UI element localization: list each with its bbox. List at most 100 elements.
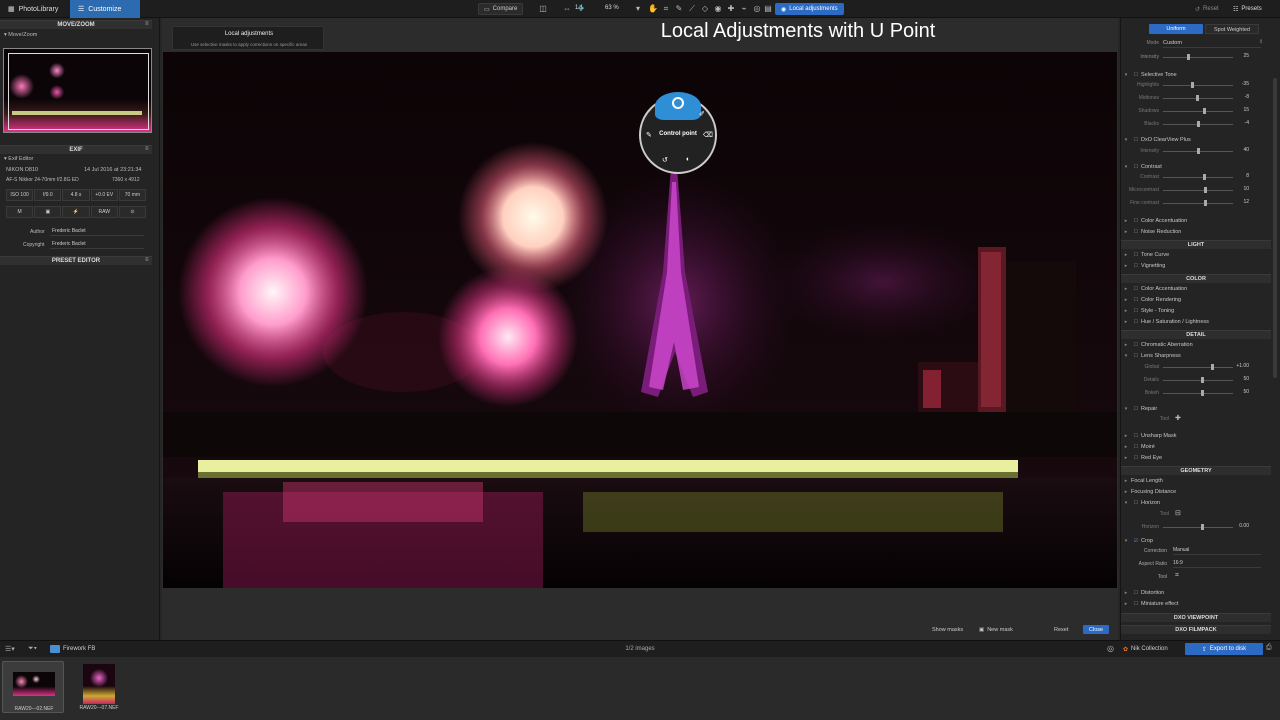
slider-knob[interactable] — [1191, 82, 1194, 88]
scrollbar[interactable] — [1273, 78, 1277, 378]
bokeh-value[interactable]: 50 — [1233, 389, 1249, 395]
cv-intensity-slider[interactable] — [1163, 148, 1233, 154]
global-slider[interactable] — [1163, 364, 1233, 370]
zoom-frame[interactable] — [8, 53, 149, 130]
slider-knob[interactable] — [1187, 54, 1190, 60]
cv-intensity-value[interactable]: 40 — [1233, 147, 1249, 153]
lens-sharpness-row[interactable]: ▾ ☐ Lens Sharpness — [1121, 351, 1271, 361]
chevron-down-icon[interactable]: ▾ — [633, 4, 643, 14]
microcontrast-slider[interactable] — [1163, 187, 1233, 193]
intensity-slider[interactable] — [1163, 54, 1233, 60]
horizon-icon[interactable]: ⟋ — [687, 4, 697, 14]
midtones-value[interactable]: -8 — [1233, 94, 1249, 100]
repair-row[interactable]: ▾ ☐ Repair — [1121, 404, 1271, 414]
panel-menu-icon[interactable]: ≡ — [145, 146, 149, 152]
slider-knob[interactable] — [1197, 148, 1200, 154]
nik-collection-button[interactable]: ✿ Nik Collection — [1123, 644, 1168, 654]
checkbox[interactable]: ☐ — [1131, 252, 1141, 258]
microcontrast-value[interactable]: 10 — [1233, 186, 1249, 192]
highlights-value[interactable]: -35 — [1233, 81, 1249, 87]
color-accent-row[interactable]: ▸ ☐ Color Accentuation — [1121, 216, 1271, 226]
checkbox[interactable]: ☐ — [1131, 444, 1141, 450]
checkbox[interactable]: ☐ — [1131, 455, 1141, 461]
undo-icon[interactable]: ↺ — [662, 156, 668, 164]
contrast-value[interactable]: 8 — [1233, 173, 1249, 179]
checkbox[interactable]: ☑ — [1131, 538, 1141, 544]
spot-weighted-tab[interactable]: Spot Weighted — [1205, 24, 1259, 34]
crop-icon[interactable]: ⌗ — [1175, 572, 1179, 580]
exif-header[interactable]: EXIF — [0, 145, 152, 154]
slider-knob[interactable] — [1204, 187, 1207, 193]
copyright-field[interactable]: Frederic Baclet — [50, 240, 144, 249]
horizon-row[interactable]: ▾ ☐ Horizon — [1121, 498, 1271, 508]
light-section-header[interactable]: LIGHT — [1121, 240, 1271, 249]
slider-knob[interactable] — [1197, 121, 1200, 127]
details-value[interactable]: 50 — [1233, 376, 1249, 382]
finecontrast-value[interactable]: 12 — [1233, 199, 1249, 205]
checkbox[interactable]: ☐ — [1131, 342, 1141, 348]
brush-icon[interactable]: ✎ — [646, 131, 652, 139]
slider-knob[interactable] — [1196, 95, 1199, 101]
global-value[interactable]: +1.00 — [1233, 363, 1249, 369]
compare-button[interactable]: ▭ Compare — [478, 3, 524, 15]
reset-button[interactable]: ↺ Reset — [1190, 3, 1224, 15]
tab-customize[interactable]: ☰ Customize — [70, 0, 140, 18]
checkbox[interactable]: ☐ — [1131, 353, 1141, 359]
highlights-slider[interactable] — [1163, 82, 1233, 88]
crop-icon[interactable]: ⌗ — [661, 4, 671, 14]
viewer-reset-button[interactable]: Reset — [1050, 625, 1072, 634]
presets-button[interactable]: ☷ Presets — [1228, 3, 1267, 15]
slider-knob[interactable] — [1201, 524, 1204, 530]
checkbox[interactable]: ☐ — [1131, 218, 1141, 224]
checkbox[interactable]: ☐ — [1131, 263, 1141, 269]
blacks-slider[interactable] — [1163, 121, 1233, 127]
perspective-icon[interactable]: ◇ — [700, 4, 710, 14]
style-toning-row[interactable]: ▸ ☐ Style - Toning — [1121, 306, 1271, 316]
slider-knob[interactable] — [1203, 108, 1206, 114]
contrast-row[interactable]: ▾ ☐ Contrast — [1121, 162, 1271, 172]
slider-knob[interactable] — [1211, 364, 1214, 370]
uniform-tab[interactable]: Uniform — [1149, 24, 1203, 34]
color-render-row[interactable]: ▸ ☐ Color Rendering — [1121, 295, 1271, 305]
checkbox[interactable]: ☐ — [1131, 319, 1141, 325]
filmpack-section-header[interactable]: DXO FILMPACK — [1121, 625, 1271, 634]
focusing-row[interactable]: ▸ Focusing Distance — [1121, 487, 1271, 497]
checkbox[interactable]: ☐ — [1131, 500, 1141, 506]
close-button[interactable]: Close — [1083, 625, 1110, 634]
detail-section-header[interactable]: DETAIL — [1121, 330, 1271, 339]
clearview-row[interactable]: ▾ ☐ DxO ClearView Plus — [1121, 135, 1271, 145]
selective-tone-row[interactable]: ▾ ☐ Selective Tone — [1121, 70, 1271, 80]
focal-length-row[interactable]: ▸ Focal Length — [1121, 476, 1271, 486]
redeye-icon[interactable]: ◉ — [713, 4, 723, 14]
finecontrast-slider[interactable] — [1163, 200, 1233, 206]
slider-knob[interactable] — [1201, 377, 1204, 383]
tonecurve-row[interactable]: ▸ ☐ Tone Curve — [1121, 250, 1271, 260]
panel-menu-icon[interactable]: ≡ — [145, 21, 149, 27]
movezoom-sub[interactable]: ▾ Move/Zoom — [4, 32, 37, 38]
miniature-row[interactable]: ▸ ☐ Miniature effect — [1121, 599, 1271, 609]
blacks-value[interactable]: -4 — [1233, 120, 1249, 126]
contrast-slider[interactable] — [1163, 174, 1233, 180]
viewpoint-section-header[interactable]: DXO VIEWPOINT — [1121, 613, 1271, 622]
horizon-slider[interactable] — [1163, 524, 1233, 530]
unsharp-row[interactable]: ▸ ☐ Unsharp Mask — [1121, 431, 1271, 441]
layout-icon[interactable]: ◫ — [538, 4, 548, 14]
fit-icon[interactable]: ⇔ — [562, 4, 572, 14]
repair-icon[interactable]: ✚ — [726, 4, 736, 14]
bokeh-slider[interactable] — [1163, 390, 1233, 396]
checkbox[interactable]: ☐ — [1131, 72, 1141, 78]
brush-icon[interactable]: ⌁ — [739, 4, 749, 14]
shadows-value[interactable]: 15 — [1233, 107, 1249, 113]
bandaid-icon[interactable]: ✚ — [1175, 414, 1181, 422]
intensity-value[interactable]: 25 — [1233, 53, 1249, 59]
export-button[interactable]: ⇪ Export to disk — [1185, 643, 1263, 655]
folder-name[interactable]: Firework FB — [63, 646, 95, 652]
crop-row[interactable]: ▾ ☑ Crop — [1121, 536, 1271, 546]
noise-row[interactable]: ▸ ☐ Noise Reduction — [1121, 227, 1271, 237]
mode-select[interactable]: Custom — [1163, 39, 1261, 48]
eyedropper-icon[interactable]: ✎ — [674, 4, 684, 14]
color-section-header[interactable]: COLOR — [1121, 274, 1271, 283]
settings-icon[interactable]: ◎ — [1107, 644, 1114, 653]
checkbox[interactable]: ☐ — [1131, 601, 1141, 607]
checkbox[interactable]: ☐ — [1131, 297, 1141, 303]
